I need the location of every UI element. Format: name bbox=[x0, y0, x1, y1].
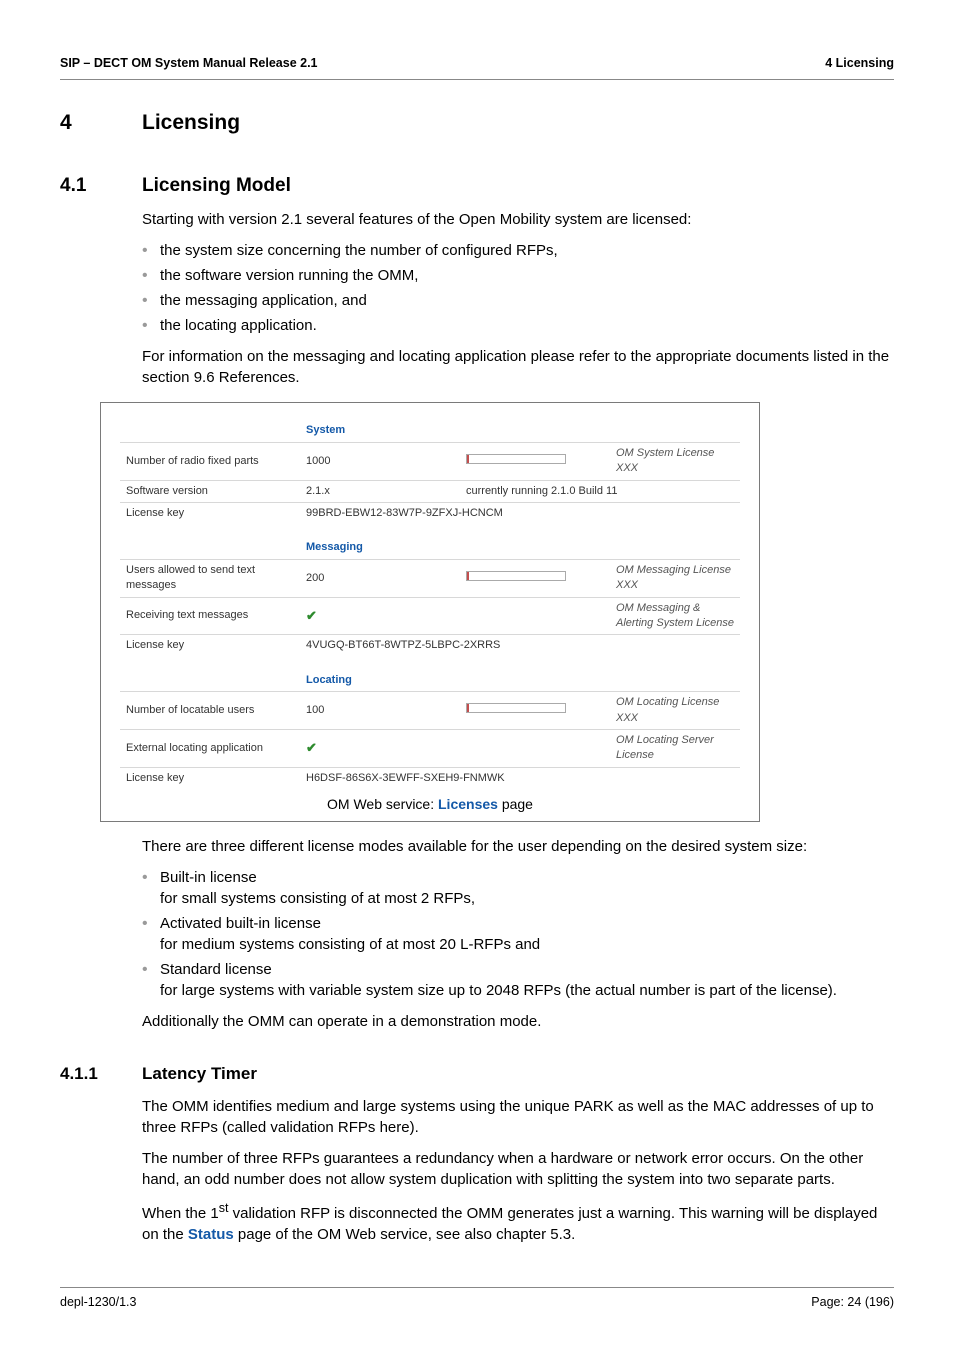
subsection-heading: 4.1 Licensing Model bbox=[60, 173, 894, 200]
list-item: the messaging application, and bbox=[142, 290, 894, 311]
table-section-header: Locating bbox=[120, 663, 740, 692]
section-name: Locating bbox=[300, 663, 460, 692]
progress-bar bbox=[466, 703, 566, 713]
list-item: the software version running the OMM, bbox=[142, 265, 894, 286]
row-right: OM Locating License XXX bbox=[610, 692, 740, 730]
list-item: Built-in license for small systems consi… bbox=[142, 867, 894, 909]
row-value: 1000 bbox=[300, 442, 460, 480]
paragraph: There are three different license modes … bbox=[142, 836, 894, 857]
table-section-header: Messaging bbox=[120, 530, 740, 559]
bullet-list: the system size concerning the number of… bbox=[142, 240, 894, 336]
paragraph: For information on the messaging and loc… bbox=[142, 346, 894, 388]
subsubsection-title-text: Latency Timer bbox=[142, 1062, 257, 1086]
table-row: Software version2.1.xcurrently running 2… bbox=[120, 480, 740, 502]
list-item-body: for small systems consisting of at most … bbox=[160, 890, 475, 907]
row-right: OM Messaging License XXX bbox=[610, 559, 740, 597]
table-row: License keyH6DSF-86S6X-3EWFF-SXEH9-FNMWK bbox=[120, 767, 740, 789]
check-icon: ✔ bbox=[306, 740, 317, 755]
table-row: Number of radio fixed parts1000 OM System… bbox=[120, 442, 740, 480]
paragraph: When the 1st validation RFP is disconnec… bbox=[142, 1200, 894, 1245]
paragraph: The number of three RFPs guarantees a re… bbox=[142, 1148, 894, 1190]
header-left: SIP – DECT OM System Manual Release 2.1 bbox=[60, 55, 318, 73]
caption-prefix: OM Web service: bbox=[327, 796, 438, 812]
text-fragment: When the 1 bbox=[142, 1205, 219, 1222]
row-label: License key bbox=[120, 503, 300, 525]
row-mid: currently running 2.1.0 Build 11 bbox=[460, 480, 740, 502]
row-label: External locating application bbox=[120, 729, 300, 767]
list-item-head: Activated built-in license bbox=[160, 915, 321, 932]
row-label: Receiving text messages bbox=[120, 597, 300, 635]
license-table: SystemNumber of radio fixed parts1000 OM … bbox=[120, 413, 740, 789]
table-section-header: System bbox=[120, 413, 740, 442]
superscript: st bbox=[219, 1201, 229, 1215]
figure-caption: OM Web service: Licenses page bbox=[111, 795, 749, 815]
progress-bar bbox=[466, 454, 566, 464]
subsubsection-number: 4.1.1 bbox=[60, 1062, 142, 1086]
row-label: Number of radio fixed parts bbox=[120, 442, 300, 480]
row-label: Software version bbox=[120, 480, 300, 502]
figure-licenses-page: SystemNumber of radio fixed parts1000 OM … bbox=[100, 402, 760, 821]
status-link: Status bbox=[188, 1226, 234, 1243]
section-title-text: Licensing bbox=[142, 108, 240, 137]
table-row: License key4VUGQ-BT66T-8WTPZ-5LBPC-2XRRS bbox=[120, 635, 740, 657]
row-label: License key bbox=[120, 767, 300, 789]
list-item-head: Built-in license bbox=[160, 869, 257, 886]
row-label: Number of locatable users bbox=[120, 692, 300, 730]
row-label: Users allowed to send text messages bbox=[120, 559, 300, 597]
page-footer: depl-1230/1.3 Page: 24 (196) bbox=[60, 1287, 894, 1312]
subsection-number: 4.1 bbox=[60, 173, 142, 200]
row-right: OM Locating Server License bbox=[610, 729, 740, 767]
row-label: License key bbox=[120, 635, 300, 657]
caption-link: Licenses bbox=[438, 796, 498, 812]
list-item: Activated built-in license for medium sy… bbox=[142, 913, 894, 955]
row-right: OM System License XXX bbox=[610, 442, 740, 480]
section-heading: 4 Licensing bbox=[60, 108, 894, 137]
list-item: Standard license for large systems with … bbox=[142, 959, 894, 1001]
row-value: 99BRD-EBW12-83W7P-9ZFXJ-HCNCM bbox=[300, 503, 740, 525]
paragraph: Starting with version 2.1 several featur… bbox=[142, 209, 894, 230]
table-row: Users allowed to send text messages200 OM… bbox=[120, 559, 740, 597]
page-header: SIP – DECT OM System Manual Release 2.1 … bbox=[60, 55, 894, 80]
row-value: 2.1.x bbox=[300, 480, 460, 502]
bullet-list: Built-in license for small systems consi… bbox=[142, 867, 894, 1001]
row-value: 100 bbox=[300, 692, 460, 730]
table-row: License key99BRD-EBW12-83W7P-9ZFXJ-HCNCM bbox=[120, 503, 740, 525]
table-row: Number of locatable users100 OM Locating … bbox=[120, 692, 740, 730]
section-number: 4 bbox=[60, 108, 142, 137]
list-item-body: for medium systems consisting of at most… bbox=[160, 936, 540, 953]
list-item: the locating application. bbox=[142, 315, 894, 336]
paragraph: The OMM identifies medium and large syst… bbox=[142, 1096, 894, 1138]
footer-right: Page: 24 (196) bbox=[811, 1294, 894, 1312]
row-value: 4VUGQ-BT66T-8WTPZ-5LBPC-2XRRS bbox=[300, 635, 740, 657]
list-item: the system size concerning the number of… bbox=[142, 240, 894, 261]
check-icon: ✔ bbox=[306, 608, 317, 623]
footer-left: depl-1230/1.3 bbox=[60, 1294, 136, 1312]
row-value: H6DSF-86S6X-3EWFF-SXEH9-FNMWK bbox=[300, 767, 740, 789]
section-name: System bbox=[300, 413, 460, 442]
progress-bar bbox=[466, 571, 566, 581]
subsubsection-heading: 4.1.1 Latency Timer bbox=[60, 1062, 894, 1086]
text-fragment: page of the OM Web service, see also cha… bbox=[234, 1226, 576, 1243]
row-value: 200 bbox=[300, 559, 460, 597]
section-name: Messaging bbox=[300, 530, 460, 559]
table-row: Receiving text messages ✔ OM Messaging & A… bbox=[120, 597, 740, 635]
list-item-body: for large systems with variable system s… bbox=[160, 982, 837, 999]
subsection-title-text: Licensing Model bbox=[142, 173, 291, 200]
table-row: External locating application ✔ OM Locatin… bbox=[120, 729, 740, 767]
paragraph: Additionally the OMM can operate in a de… bbox=[142, 1011, 894, 1032]
caption-suffix: page bbox=[498, 796, 533, 812]
row-right: OM Messaging & Alerting System License bbox=[610, 597, 740, 635]
header-right: 4 Licensing bbox=[825, 55, 894, 73]
list-item-head: Standard license bbox=[160, 961, 272, 978]
